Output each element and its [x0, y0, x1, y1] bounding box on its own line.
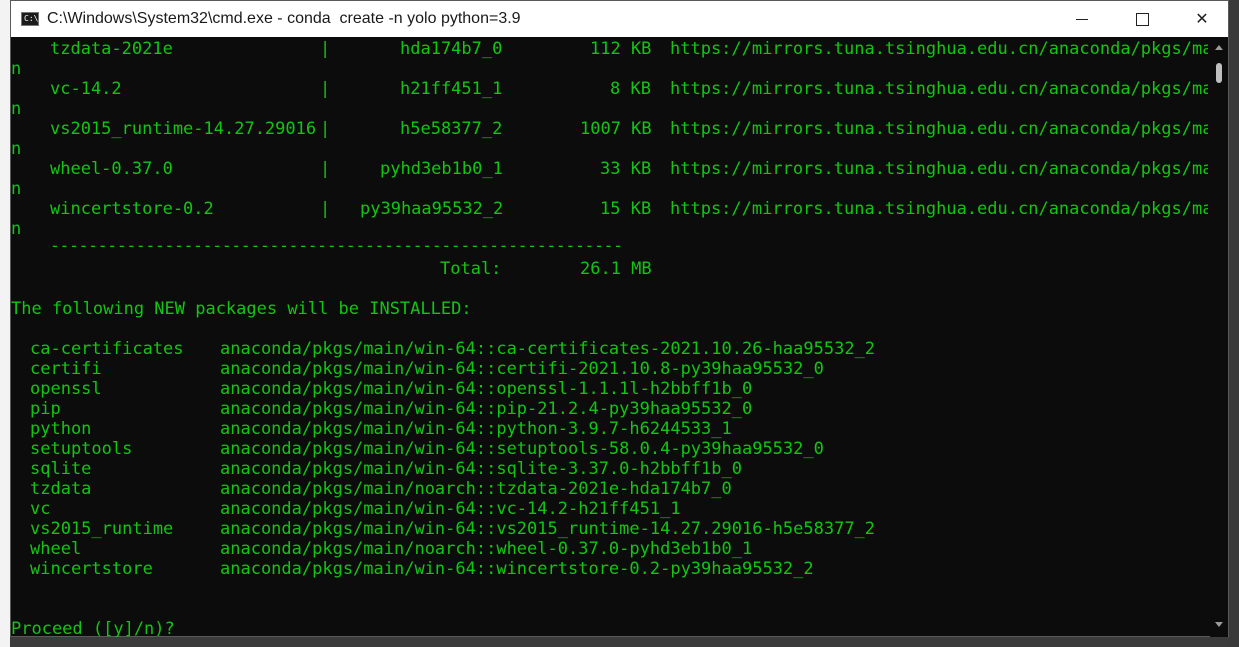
download-row-name: vc-14.2: [50, 79, 122, 99]
package-spec: anaconda/pkgs/main/win-64::setuptools-58…: [220, 439, 824, 459]
package-spec: anaconda/pkgs/main/win-64::wincertstore-…: [220, 559, 814, 579]
download-row-url: https://mirrors.tuna.tsinghua.edu.cn/ana…: [670, 159, 1208, 179]
package-spec: anaconda/pkgs/main/win-64::certifi-2021.…: [220, 359, 824, 379]
table-divider-text: ----------------------------------------…: [50, 236, 623, 255]
download-row-size: 15 KB: [600, 199, 652, 219]
download-row: vc-14.2 | h21ff451_1 8 KB https://mirror…: [11, 79, 1208, 99]
download-row-size: 1007 KB: [580, 119, 652, 139]
download-row-url: https://mirrors.tuna.tsinghua.edu.cn/ana…: [670, 79, 1208, 99]
download-row-wrap-text: n: [11, 219, 22, 239]
scroll-down-arrow-icon[interactable]: [1215, 622, 1223, 627]
download-row-wrap-text: n: [11, 99, 22, 119]
download-row: wincertstore-0.2 | py39haa95532_2 15 KB …: [11, 199, 1208, 219]
close-icon: ✕: [1195, 11, 1209, 28]
package-spec: anaconda/pkgs/main/win-64::vs2015_runtim…: [220, 519, 876, 539]
package-name: wincertstore: [30, 559, 153, 579]
cmd-window: C:\ C:\Windows\System32\cmd.exe - conda …: [10, 0, 1229, 637]
download-row-name: wincertstore-0.2: [50, 199, 214, 219]
vertical-scrollbar[interactable]: [1210, 37, 1228, 637]
background-desktop-right: [1229, 0, 1239, 647]
terminal-output[interactable]: tzdata-2021e | hda174b7_0 112 KB https:/…: [11, 37, 1208, 637]
download-row-size: 112 KB: [590, 39, 652, 59]
install-header-text: The following NEW packages will be INSTA…: [11, 299, 472, 319]
package-name: sqlite: [30, 459, 92, 479]
package-name: tzdata: [30, 479, 92, 499]
download-row-separator: |: [320, 199, 331, 219]
package-spec: anaconda/pkgs/main/win-64::ca-certificat…: [220, 339, 876, 359]
close-button[interactable]: ✕: [1172, 1, 1232, 37]
download-row-separator: |: [320, 79, 331, 99]
minimize-icon: [1076, 18, 1088, 20]
download-row-build: h21ff451_1: [400, 79, 503, 99]
scrollbar-thumb[interactable]: [1216, 63, 1222, 83]
download-row-size: 8 KB: [610, 79, 651, 99]
package-spec: anaconda/pkgs/main/noarch::tzdata-2021e-…: [220, 479, 732, 499]
download-row-url: https://mirrors.tuna.tsinghua.edu.cn/ana…: [670, 119, 1208, 139]
package-name: pip: [30, 399, 61, 419]
download-row: tzdata-2021e | hda174b7_0 112 KB https:/…: [11, 39, 1208, 59]
package-spec: anaconda/pkgs/main/win-64::sqlite-3.37.0…: [220, 459, 742, 479]
download-row-url: https://mirrors.tuna.tsinghua.edu.cn/ana…: [670, 199, 1208, 219]
package-name: python: [30, 419, 92, 439]
cmd-app-icon[interactable]: C:\: [21, 12, 39, 26]
download-row-separator: |: [320, 39, 331, 59]
total-row: Total: 26.1 MB: [11, 259, 652, 279]
download-row-name: tzdata-2021e: [50, 39, 173, 59]
package-spec: anaconda/pkgs/main/win-64::vc-14.2-h21ff…: [220, 499, 681, 519]
cmd-app-icon-text: C:\: [24, 14, 39, 23]
package-spec: anaconda/pkgs/main/win-64::pip-21.2.4-py…: [220, 399, 753, 419]
scroll-up-arrow-icon[interactable]: [1215, 45, 1223, 50]
package-name: wheel: [30, 539, 82, 559]
download-row-build: hda174b7_0: [400, 39, 503, 59]
download-row-name: vs2015_runtime-14.27.29016: [50, 119, 317, 139]
total-value: 26.1 MB: [580, 259, 652, 279]
download-row-wrap-text: n: [11, 139, 22, 159]
minimize-button[interactable]: [1052, 1, 1112, 37]
package-spec: anaconda/pkgs/main/win-64::python-3.9.7-…: [220, 419, 732, 439]
package-name: ca-certificates: [30, 339, 184, 359]
package-spec: anaconda/pkgs/main/noarch::wheel-0.37.0-…: [220, 539, 753, 559]
title-bar[interactable]: C:\ C:\Windows\System32\cmd.exe - conda …: [11, 1, 1228, 37]
package-name: vc: [30, 499, 51, 519]
background-desktop-left: [0, 0, 10, 647]
package-spec: anaconda/pkgs/main/win-64::openssl-1.1.1…: [220, 379, 753, 399]
download-row-url: https://mirrors.tuna.tsinghua.edu.cn/ana…: [670, 39, 1208, 59]
package-name: openssl: [30, 379, 102, 399]
package-name: certifi: [30, 359, 102, 379]
window-title: C:\Windows\System32\cmd.exe - conda crea…: [47, 10, 521, 27]
download-row-build: py39haa95532_2: [360, 199, 504, 219]
download-row-build: pyhd3eb1b0_1: [380, 159, 503, 179]
download-row-size: 33 KB: [600, 159, 652, 179]
package-name: setuptools: [30, 439, 133, 459]
package-name: vs2015_runtime: [30, 519, 174, 539]
maximize-button[interactable]: [1112, 1, 1172, 37]
download-row-separator: |: [320, 119, 331, 139]
download-row-separator: |: [320, 159, 331, 179]
download-row-wrap-text: n: [11, 59, 22, 79]
download-row: vs2015_runtime-14.27.29016 | h5e58377_2 …: [11, 119, 1208, 139]
download-row-name: wheel-0.37.0: [50, 159, 173, 179]
proceed-prompt-text: Proceed ([y]/n)?: [11, 619, 175, 637]
maximize-icon: [1135, 12, 1149, 26]
download-row: wheel-0.37.0 | pyhd3eb1b0_1 33 KB https:…: [11, 159, 1208, 179]
total-label: Total:: [440, 259, 502, 279]
download-row-build: h5e58377_2: [400, 119, 503, 139]
download-row-wrap-text: n: [11, 179, 22, 199]
